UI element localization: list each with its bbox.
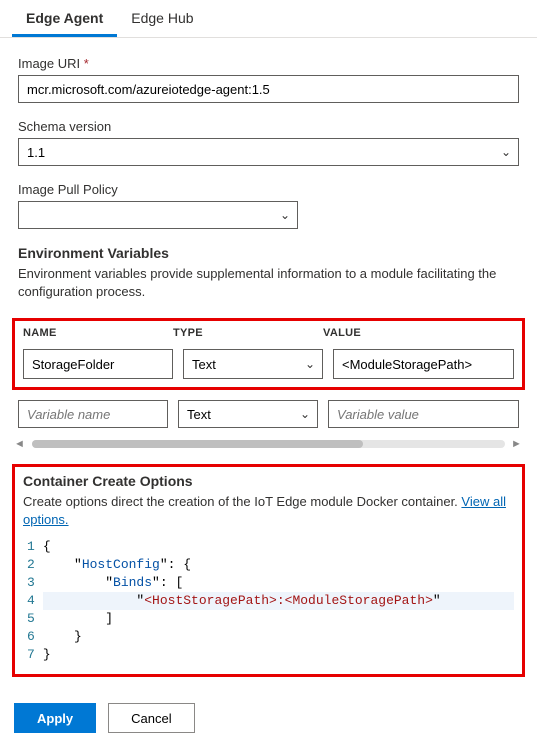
env-type-select[interactable]: ⌄ xyxy=(183,349,323,379)
env-row-1: ⌄ xyxy=(15,345,522,387)
env-type-select-2[interactable]: ⌄ xyxy=(178,400,318,428)
tab-bar: Edge Agent Edge Hub xyxy=(0,0,537,38)
form-area: Image URI * Schema version ⌄ Image Pull … xyxy=(0,38,537,318)
code-l5: ] xyxy=(43,611,113,626)
cancel-button[interactable]: Cancel xyxy=(108,703,194,733)
required-asterisk: * xyxy=(84,56,89,71)
tab-edge-hub[interactable]: Edge Hub xyxy=(117,0,207,37)
schema-version-select[interactable]: ⌄ xyxy=(18,138,519,166)
env-vars-highlight: NAME TYPE VALUE ⌄ xyxy=(12,318,525,390)
col-type: TYPE xyxy=(173,327,323,339)
image-pull-policy-label: Image Pull Policy xyxy=(18,182,519,197)
code-l2a: " xyxy=(43,557,82,572)
schema-version-value[interactable] xyxy=(18,138,519,166)
code-l1: { xyxy=(43,539,51,554)
code-l4str: <HostStoragePath>:<ModuleStoragePath> xyxy=(144,593,433,608)
env-value-input[interactable] xyxy=(333,349,514,379)
env-vars-desc: Environment variables provide supplement… xyxy=(18,265,519,300)
env-value-input-2[interactable] xyxy=(328,400,519,428)
env-row-2: ⌄ xyxy=(0,396,537,436)
scroll-thumb[interactable] xyxy=(32,440,363,448)
code-l2key: HostConfig xyxy=(82,557,160,572)
image-pull-policy-value[interactable] xyxy=(18,201,298,229)
code-l6: } xyxy=(43,629,82,644)
schema-version-block: Schema version ⌄ xyxy=(18,119,519,166)
button-row: Apply Cancel xyxy=(0,695,537,751)
image-uri-input[interactable] xyxy=(18,75,519,103)
code-l3a: " xyxy=(43,575,113,590)
scroll-right-icon[interactable]: ► xyxy=(511,438,523,450)
schema-version-label: Schema version xyxy=(18,119,519,134)
code-lines[interactable]: { "HostConfig": { "Binds": [ "<HostStora… xyxy=(43,536,514,666)
image-uri-label: Image URI * xyxy=(18,56,519,71)
code-l4b: " xyxy=(433,593,441,608)
container-title: Container Create Options xyxy=(23,473,514,489)
env-name-input-2[interactable] xyxy=(18,400,168,428)
scroll-left-icon[interactable]: ◄ xyxy=(14,438,26,450)
scroll-track[interactable] xyxy=(32,440,505,448)
env-name-input[interactable] xyxy=(23,349,173,379)
container-create-options-highlight: Container Create Options Create options … xyxy=(12,464,525,677)
code-l4a: " xyxy=(43,593,144,608)
image-pull-policy-block: Image Pull Policy ⌄ xyxy=(18,182,519,229)
env-type-value[interactable] xyxy=(183,349,323,379)
env-type-value-2[interactable] xyxy=(178,400,318,428)
code-l3b: ": [ xyxy=(152,575,183,590)
image-uri-label-text: Image URI xyxy=(18,56,80,71)
col-name: NAME xyxy=(23,327,173,339)
container-desc-text: Create options direct the creation of th… xyxy=(23,494,461,509)
image-pull-policy-select[interactable]: ⌄ xyxy=(18,201,298,229)
col-value: VALUE xyxy=(323,327,514,339)
code-gutter: 1234567 xyxy=(23,536,43,666)
container-desc: Create options direct the creation of th… xyxy=(23,493,514,528)
code-editor[interactable]: 1234567 { "HostConfig": { "Binds": [ "<H… xyxy=(23,536,514,666)
code-l3key: Binds xyxy=(113,575,152,590)
tab-edge-agent[interactable]: Edge Agent xyxy=(12,0,117,37)
horizontal-scrollbar[interactable]: ◄ ► xyxy=(0,436,537,464)
code-l7: } xyxy=(43,647,51,662)
env-vars-title: Environment Variables xyxy=(18,245,519,261)
apply-button[interactable]: Apply xyxy=(14,703,96,733)
code-l2b: ": { xyxy=(160,557,191,572)
image-uri-block: Image URI * xyxy=(18,56,519,103)
env-table-header: NAME TYPE VALUE xyxy=(15,321,522,345)
